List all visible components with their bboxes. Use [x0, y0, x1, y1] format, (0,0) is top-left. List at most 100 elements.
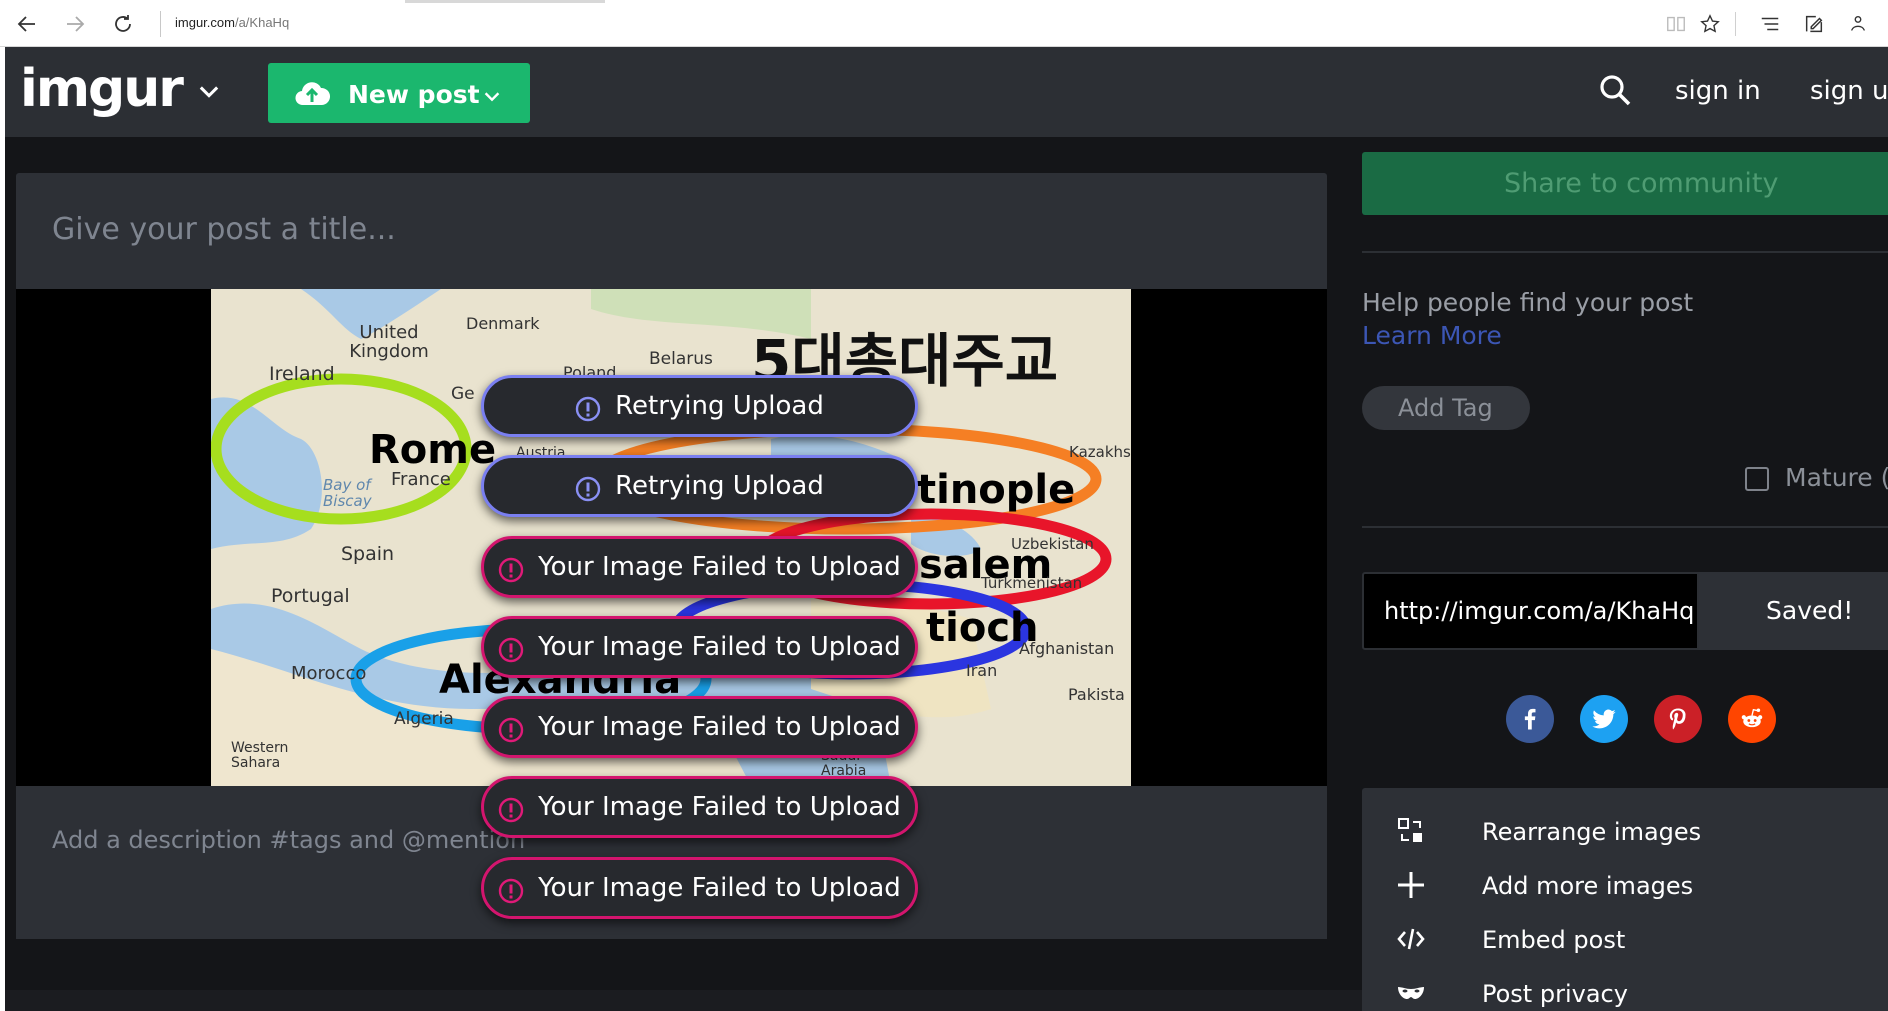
pinterest-share-button[interactable] [1654, 695, 1702, 743]
hub-icon [1761, 17, 1779, 31]
favorite-button[interactable] [1696, 10, 1724, 38]
learn-more-link[interactable]: Learn More [1362, 321, 1502, 350]
upload-status-toast[interactable]: Retrying Upload [481, 455, 918, 517]
upload-status-toast[interactable]: Your Image Failed to Upload [481, 857, 918, 919]
address-bar[interactable]: imgur.com/a/KhaHq [175, 15, 289, 30]
web-note-button[interactable] [1800, 10, 1828, 38]
divider [1362, 526, 1888, 528]
mature-checkbox[interactable] [1745, 467, 1769, 491]
forward-button[interactable] [58, 8, 92, 40]
forward-arrow-icon [67, 16, 85, 32]
map-place-label: Belarus [649, 349, 713, 369]
reddit-icon [1741, 708, 1763, 728]
upload-status-toast[interactable]: Your Image Failed to Upload [481, 696, 918, 758]
upload-status-toast[interactable]: Your Image Failed to Upload [481, 536, 918, 598]
toolbar-divider [1735, 12, 1736, 36]
share-icon [1850, 15, 1866, 31]
back-button[interactable] [10, 8, 44, 40]
map-city-label: Rome [369, 427, 497, 473]
window-edge [0, 47, 5, 1011]
imgur-logo[interactable]: imgur [20, 59, 184, 119]
browser-toolbar: imgur.com/a/KhaHq [0, 0, 1888, 47]
site-header: imgur New post sign in sign u [5, 47, 1888, 137]
option-label: Rearrange images [1482, 818, 1702, 846]
description-placeholder: Add a description #tags and @mention [52, 826, 526, 854]
twitter-icon [1592, 709, 1616, 729]
map-place-label: Ireland [269, 363, 335, 385]
map-place-label: Denmark [466, 314, 540, 333]
post-title-field[interactable]: Give your post a title... [16, 173, 1327, 289]
map-place-label: Turkmenistan [981, 574, 1083, 592]
code-icon [1397, 928, 1425, 950]
toast-text: Your Image Failed to Upload [538, 552, 901, 582]
reddit-share-button[interactable] [1728, 695, 1776, 743]
facebook-share-button[interactable] [1506, 695, 1554, 743]
map-place-label: Bay of Biscay [323, 476, 372, 510]
pinterest-icon [1669, 708, 1686, 730]
chevron-down-icon [484, 92, 500, 102]
pen-icon [1805, 15, 1823, 33]
new-post-button[interactable]: New post [268, 63, 530, 123]
option-label: Post privacy [1482, 980, 1628, 1008]
toast-text: Your Image Failed to Upload [538, 632, 901, 662]
page-footer-shade [5, 990, 1362, 1011]
add-tag-label: Add Tag [1398, 394, 1493, 422]
toast-text: Retrying Upload [615, 471, 824, 501]
chevron-down-icon[interactable] [195, 77, 223, 105]
alert-icon [498, 717, 524, 743]
option-label: Embed post [1482, 926, 1626, 954]
rearrange-icon [1398, 818, 1422, 842]
toast-text: Your Image Failed to Upload [538, 792, 901, 822]
loading-bar [405, 0, 605, 3]
alert-icon [498, 797, 524, 823]
address-separator [160, 11, 161, 37]
help-text: Help people find your post [1362, 288, 1694, 317]
map-place-label: Ge [451, 384, 475, 404]
alert-icon [575, 396, 601, 422]
post-options-panel: Rearrange images Add more images Embed p… [1362, 788, 1888, 1011]
twitter-share-button[interactable] [1580, 695, 1628, 743]
map-place-label: Algeria [394, 709, 454, 729]
mask-icon [1398, 987, 1424, 999]
toast-text: Your Image Failed to Upload [538, 712, 901, 742]
mature-label: Mature ( [1785, 463, 1888, 492]
sign-up-link[interactable]: sign u [1810, 76, 1888, 106]
hub-button[interactable] [1756, 10, 1784, 38]
map-place-label: United Kingdom [349, 322, 429, 362]
title-placeholder: Give your post a title... [52, 212, 396, 247]
alert-icon [575, 476, 601, 502]
option-label: Add more images [1482, 872, 1694, 900]
map-place-label: Iran [966, 661, 998, 680]
alert-icon [498, 878, 524, 904]
cloud-upload-icon [295, 82, 330, 106]
share-browser-button[interactable] [1844, 10, 1872, 38]
star-icon [1700, 14, 1720, 33]
map-place-label: Uzbekistan [1011, 535, 1094, 553]
facebook-icon [1524, 708, 1536, 730]
add-tag-button[interactable]: Add Tag [1362, 386, 1530, 430]
divider [1362, 251, 1888, 253]
toast-text: Your Image Failed to Upload [538, 873, 901, 903]
book-icon [1667, 16, 1685, 32]
post-link-field[interactable]: http://imgur.com/a/KhaHq [1362, 572, 1699, 650]
sign-in-link[interactable]: sign in [1675, 76, 1761, 106]
upload-status-toast[interactable]: Your Image Failed to Upload [481, 776, 918, 838]
back-arrow-icon [17, 16, 35, 32]
refresh-button[interactable] [106, 8, 140, 40]
alert-icon [498, 557, 524, 583]
new-post-label: New post [348, 80, 480, 109]
upload-status-toast[interactable]: Retrying Upload [481, 375, 918, 437]
share-label: Share to community [1504, 168, 1779, 199]
map-place-label: France [391, 469, 451, 490]
reading-view-button[interactable] [1662, 10, 1690, 38]
map-place-label: Spain [341, 543, 395, 565]
map-place-label: Portugal [271, 585, 350, 607]
saved-button[interactable]: Saved! [1699, 572, 1888, 650]
share-to-community-button[interactable]: Share to community [1362, 152, 1888, 215]
url-path: /a/KhaHq [234, 15, 290, 30]
upload-status-toast[interactable]: Your Image Failed to Upload [481, 616, 918, 678]
post-link-value: http://imgur.com/a/KhaHq [1384, 597, 1695, 625]
url-host: imgur.com [175, 15, 235, 30]
search-icon[interactable] [1597, 72, 1633, 108]
map-place-label: Morocco [291, 663, 367, 684]
